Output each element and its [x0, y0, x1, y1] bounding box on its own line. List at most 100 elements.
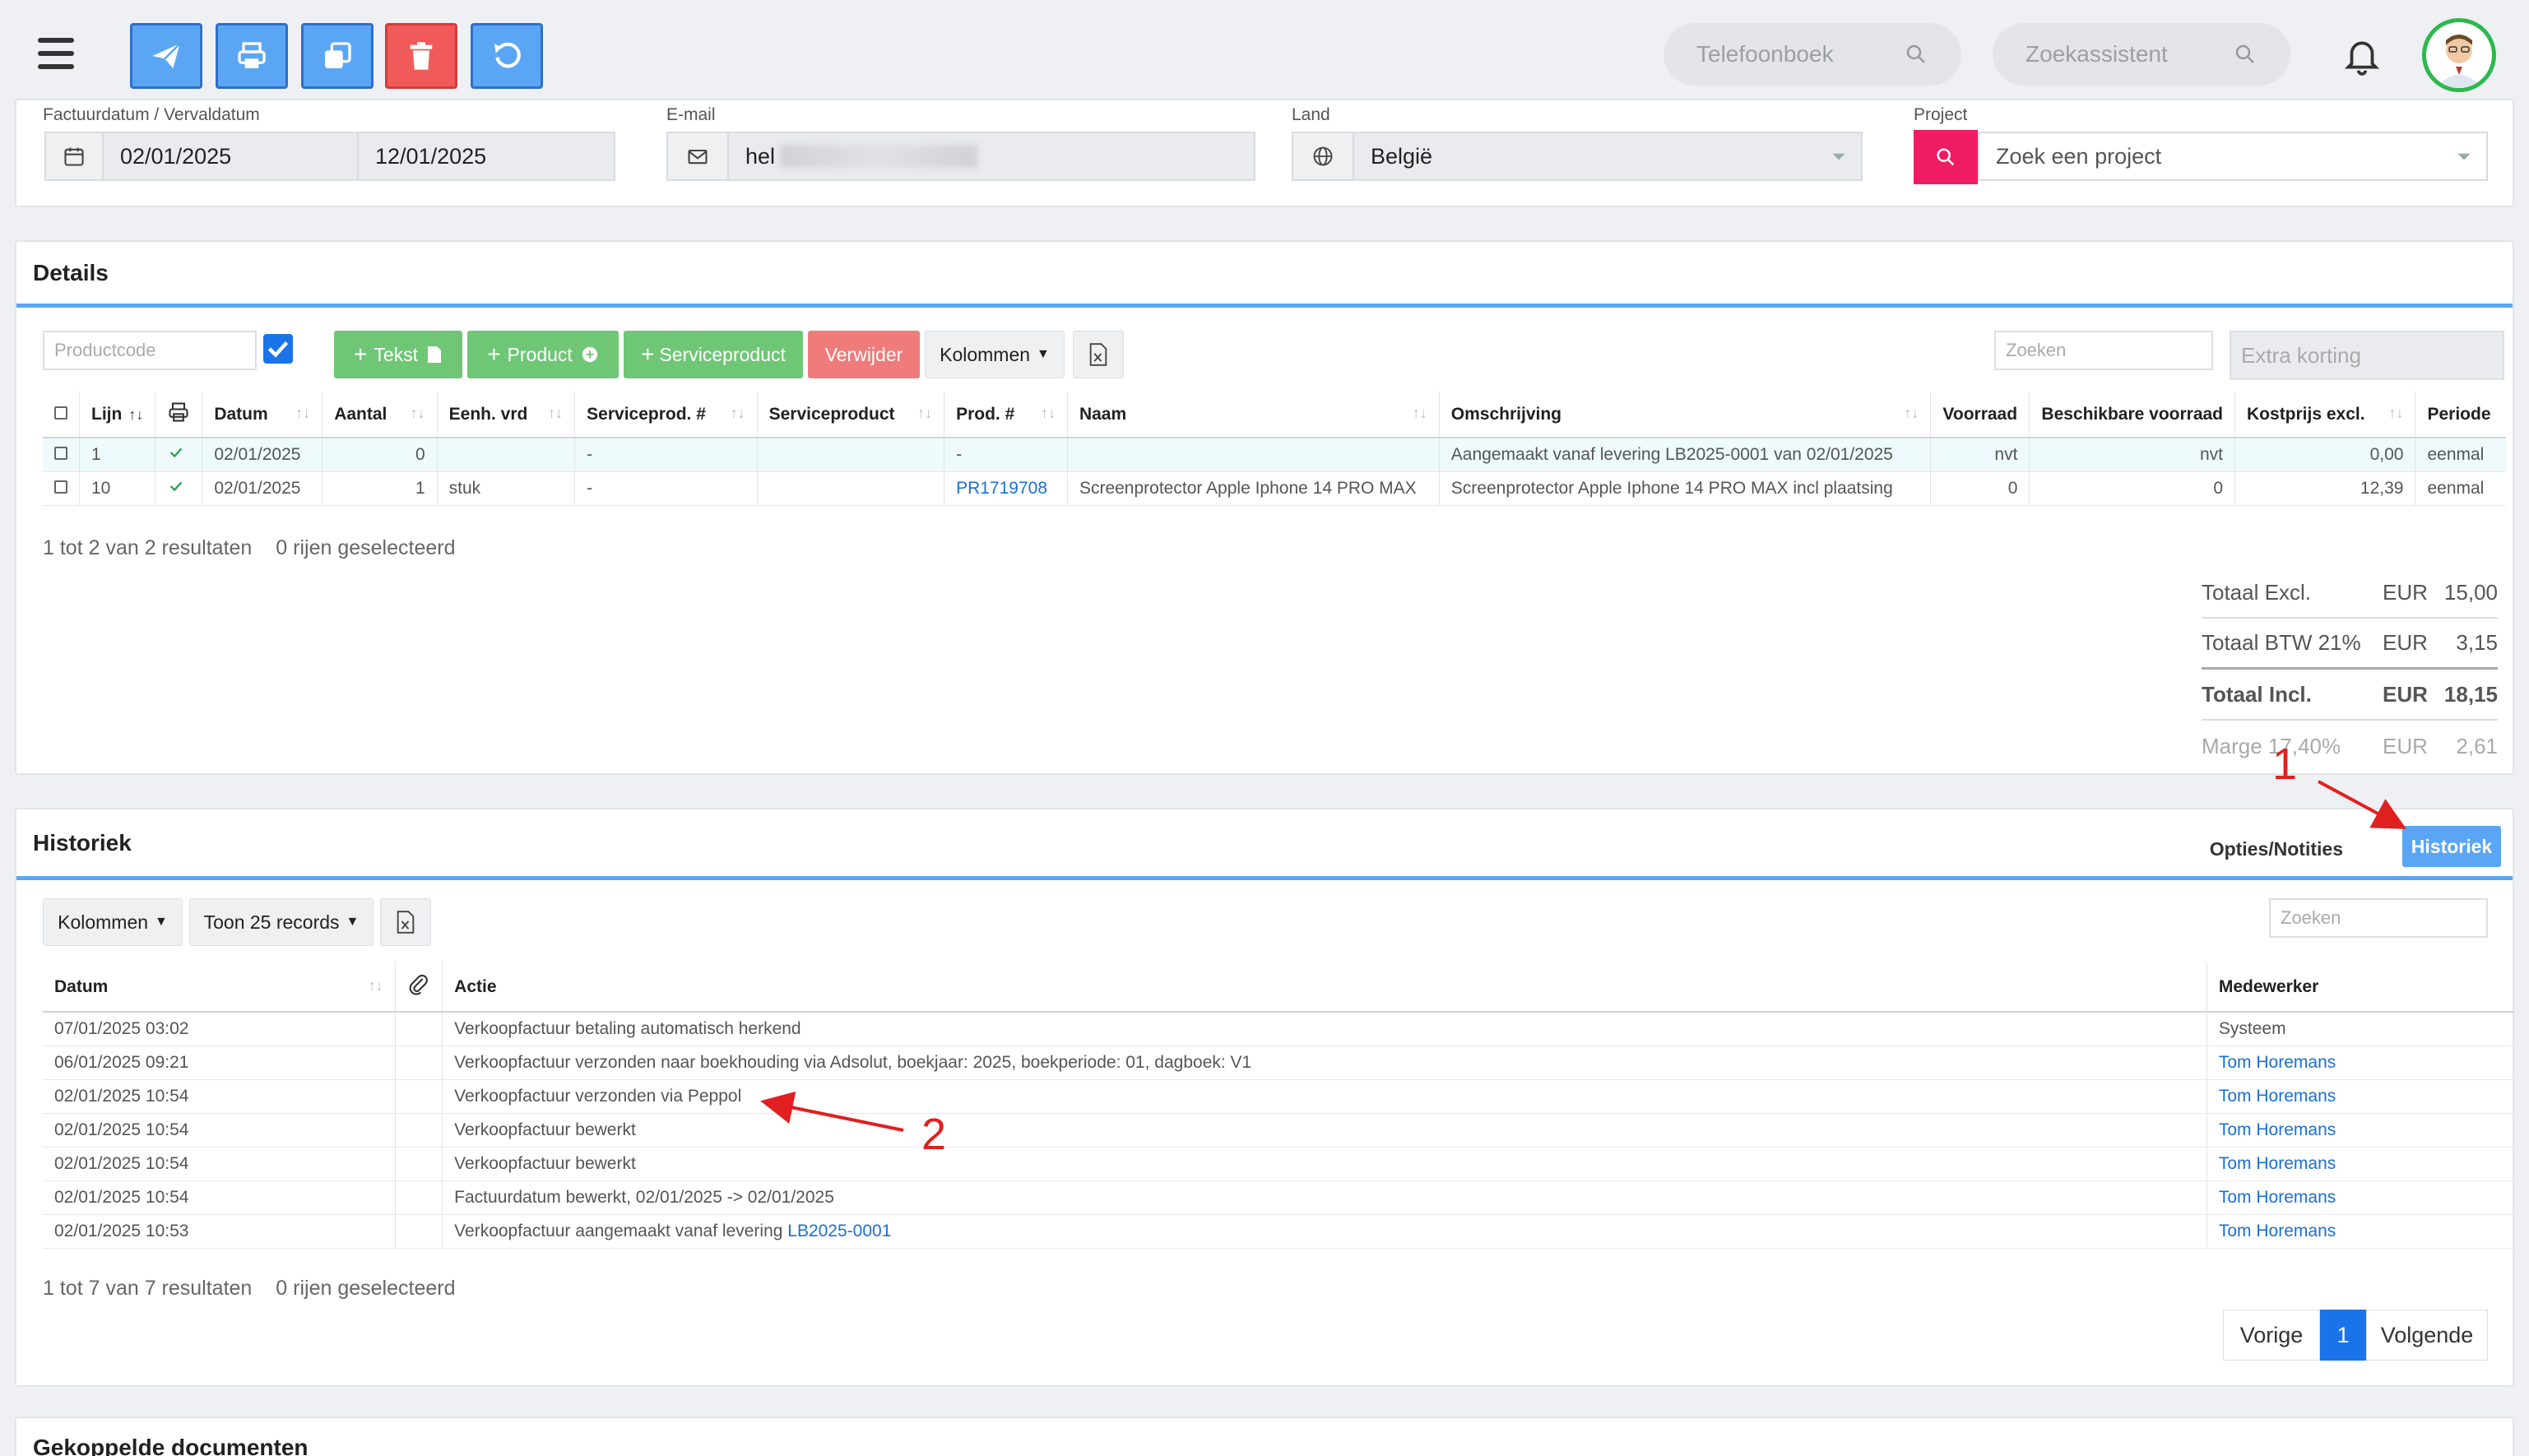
row-checkbox[interactable]	[43, 438, 80, 472]
add-text-button[interactable]: + Tekst	[334, 331, 462, 378]
table-row[interactable]: 02/01/2025 10:54 Verkoopfactuur bewerkt To…	[43, 1147, 2514, 1181]
print-button[interactable]	[216, 23, 288, 89]
details-card: Details Productcode + Tekst + Product + Ser…	[15, 240, 2514, 775]
export-excel-button[interactable]	[1073, 331, 1124, 378]
cell-periode: eenmal	[2415, 471, 2506, 506]
add-serviceproduct-label: Serviceproduct	[659, 343, 786, 365]
columns-dropdown[interactable]: Kolommen ▼	[925, 331, 1065, 378]
col-serviceproduct[interactable]: Serviceproduct ↑↓	[757, 392, 945, 438]
copy-button[interactable]	[301, 23, 374, 89]
assistant-search[interactable]: Zoekassistent	[1993, 23, 2290, 86]
col-lijn[interactable]: Lijn ↑↓	[79, 392, 156, 438]
tab-history[interactable]: Historiek	[2402, 826, 2501, 867]
due-date-field[interactable]: 12/01/2025	[357, 132, 615, 181]
cell-print[interactable]	[155, 471, 203, 506]
details-title: Details	[33, 259, 109, 285]
email-field[interactable]: hel	[727, 132, 1255, 181]
linked-documents-card: Gekoppelde documenten	[15, 1417, 2514, 1456]
col-serviceprod-nr[interactable]: Serviceprod. # ↑↓	[574, 392, 758, 438]
col-beschikbaar[interactable]: Beschikbare voorraad	[2029, 392, 2236, 438]
notification-bell-icon[interactable]	[2341, 35, 2383, 76]
delivery-link[interactable]: LB2025-0001	[787, 1222, 891, 1240]
cell-datum: 07/01/2025 03:02	[43, 1012, 396, 1046]
col-omschrijving[interactable]: Omschrijving ↑↓	[1439, 392, 1932, 438]
col-medewerker[interactable]: Medewerker	[2206, 962, 2514, 1013]
delete-rows-button[interactable]: Verwijder	[808, 331, 920, 378]
cell-aantal: 0	[322, 438, 438, 472]
cell-attachment	[395, 1113, 443, 1148]
row-checkbox[interactable]	[43, 471, 80, 506]
table-row[interactable]: 1 02/01/2025 0 - - Aangemaakt vanaf leve…	[43, 438, 2506, 472]
table-row[interactable]: 02/01/2025 10:54 Verkoopfactuur verzonden…	[43, 1079, 2514, 1114]
calendar-addon	[44, 132, 104, 181]
table-row[interactable]: 02/01/2025 10:54 Verkoopfactuur bewerkt To…	[43, 1113, 2514, 1148]
cell-actie: Verkoopfactuur verzonden via Peppol	[442, 1079, 2207, 1114]
project-search-select[interactable]: Zoek een project	[1978, 132, 2488, 181]
col-voorraad[interactable]: Voorraad	[1930, 392, 2030, 438]
col-actie[interactable]: Actie	[442, 962, 2207, 1013]
history-export-excel-button[interactable]	[380, 898, 431, 946]
project-placeholder: Zoek een project	[1996, 143, 2162, 169]
chevron-down-icon	[2457, 153, 2471, 160]
select-all-checkbox[interactable]	[54, 406, 67, 420]
hamburger-menu-icon[interactable]	[38, 38, 74, 69]
add-product-button[interactable]: + Product	[467, 331, 619, 378]
table-row[interactable]: 10 02/01/2025 1 stuk - PR1719708 Screenp…	[43, 471, 2506, 506]
productcode-checkbox[interactable]	[263, 334, 293, 364]
cell-medewerker[interactable]: Tom Horemans	[2206, 1147, 2514, 1181]
col-attachment	[395, 962, 443, 1013]
cell-voorraad: nvt	[1930, 438, 2030, 472]
invoice-date-field[interactable]: 02/01/2025	[102, 132, 359, 181]
select-all-header[interactable]	[43, 392, 80, 438]
cell-medewerker[interactable]: Tom Horemans	[2206, 1214, 2514, 1249]
pager-next-button[interactable]: Volgende	[2366, 1310, 2488, 1361]
pager-page-1[interactable]: 1	[2320, 1310, 2366, 1361]
pager-prev-button[interactable]: Vorige	[2223, 1310, 2320, 1361]
table-row[interactable]: 06/01/2025 09:21 Verkoopfactuur verzonden…	[43, 1046, 2514, 1080]
undo-button[interactable]	[471, 23, 543, 89]
table-row[interactable]: 07/01/2025 03:02 Verkoopfactuur betaling …	[43, 1012, 2514, 1046]
cell-medewerker[interactable]: Tom Horemans	[2206, 1046, 2514, 1080]
tab-notes[interactable]: Opties/Notities	[2210, 829, 2343, 869]
cell-datum: 02/01/2025 10:53	[43, 1214, 396, 1249]
caret-down-icon: ▼	[155, 915, 168, 929]
history-columns-dropdown[interactable]: Kolommen ▼	[43, 898, 183, 946]
cell-periode: eenmal	[2415, 438, 2506, 472]
col-aantal[interactable]: Aantal ↑↓	[322, 392, 438, 438]
history-search-input[interactable]: Zoeken	[2269, 898, 2488, 938]
country-select[interactable]: België	[1353, 132, 1863, 181]
cell-actie: Verkoopfactuur verzonden naar boekhoudin…	[442, 1046, 2207, 1080]
table-row[interactable]: 02/01/2025 10:54 Factuurdatum bewerkt, 02…	[43, 1180, 2514, 1215]
cell-medewerker[interactable]: Tom Horemans	[2206, 1079, 2514, 1114]
details-search-input[interactable]: Zoeken	[1994, 331, 2213, 370]
invoice-header-card: Factuurdatum / Vervaldatum 02/01/2025 12…	[15, 99, 2514, 207]
project-search-button[interactable]	[1914, 130, 1978, 184]
history-results-info: 1 tot 7 van 7 resultaten 0 rijen geselec…	[43, 1277, 456, 1300]
add-serviceproduct-button[interactable]: + Serviceproduct	[624, 331, 803, 378]
email-label: E-mail	[666, 105, 716, 124]
extra-discount-input[interactable]: Extra korting	[2230, 331, 2504, 380]
col-eenh[interactable]: Eenh. vrd ↑↓	[437, 392, 576, 438]
productcode-input[interactable]: Productcode	[43, 331, 257, 370]
delete-button[interactable]	[385, 23, 457, 89]
cell-actie: Verkoopfactuur aangemaakt vanaf levering…	[442, 1214, 2207, 1249]
paperclip-icon	[409, 974, 428, 995]
cell-datum: 02/01/2025 10:54	[43, 1113, 396, 1148]
col-kostprijs[interactable]: Kostprijs excl. ↑↓	[2234, 392, 2416, 438]
table-row[interactable]: 02/01/2025 10:53 Verkoopfactuur aangemaak…	[43, 1214, 2514, 1249]
show-records-dropdown[interactable]: Toon 25 records ▼	[189, 898, 374, 946]
product-link[interactable]: PR1719708	[944, 471, 1068, 506]
printer-icon	[238, 42, 266, 68]
send-button[interactable]	[130, 23, 202, 89]
user-avatar[interactable]	[2422, 18, 2496, 92]
cell-print[interactable]	[155, 438, 203, 472]
col-datum[interactable]: Datum ↑↓	[202, 392, 323, 438]
col-datum[interactable]: Datum ↑↓	[43, 962, 396, 1013]
cell-sp-nr: -	[574, 438, 758, 472]
phonebook-search[interactable]: Telefoonboek	[1664, 23, 1961, 86]
col-periode[interactable]: Periode	[2415, 392, 2506, 438]
col-naam[interactable]: Naam ↑↓	[1067, 392, 1440, 438]
cell-medewerker[interactable]: Tom Horemans	[2206, 1180, 2514, 1215]
cell-medewerker[interactable]: Tom Horemans	[2206, 1113, 2514, 1148]
col-prod-nr[interactable]: Prod. # ↑↓	[944, 392, 1068, 438]
